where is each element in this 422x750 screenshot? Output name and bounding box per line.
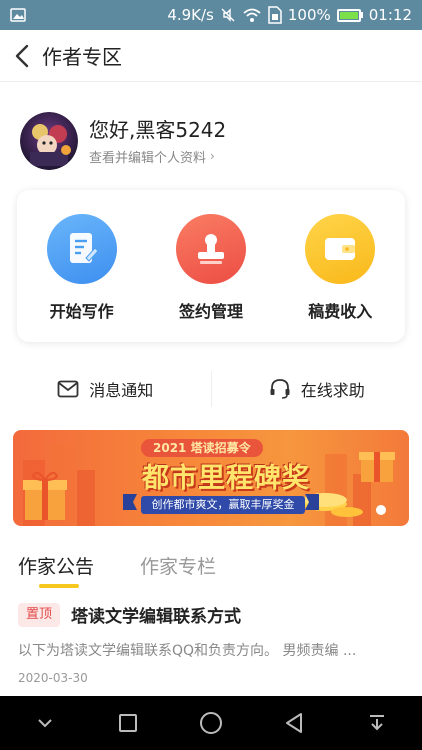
- circle-icon: [199, 712, 222, 734]
- tab-label: 作家公告: [18, 556, 95, 578]
- banner-tag: 2021 塔读招募令: [141, 439, 263, 457]
- stamp-icon: [175, 214, 246, 284]
- mute-icon: [220, 7, 236, 23]
- notice-title: 塔读文学编辑联系方式: [71, 607, 242, 627]
- page-title: 作者专区: [42, 45, 122, 69]
- banner-subtitle: 创作都市爽文，赢取丰厚奖金: [141, 496, 305, 514]
- start-writing-label: 开始写作: [49, 302, 114, 321]
- wallet-icon: [305, 214, 376, 284]
- banner-headline: 都市里程碑奖: [142, 463, 310, 494]
- status-bar: 4.9K/s 100% 01:12: [0, 0, 422, 30]
- back-nav-button[interactable]: [269, 698, 319, 748]
- start-writing-button[interactable]: 开始写作: [27, 214, 137, 322]
- royalty-income-button[interactable]: 稿费收入: [285, 214, 395, 322]
- chevron-right-icon: ›: [210, 149, 215, 163]
- back-button[interactable]: [2, 30, 42, 82]
- tab-author-column[interactable]: 作家专栏: [140, 552, 216, 579]
- battery-percent: 100%: [287, 6, 331, 24]
- online-help-button[interactable]: 在线求助: [212, 377, 422, 401]
- greeting-text: 您好,黑客5242: [89, 117, 227, 142]
- tab-author-announcements[interactable]: 作家公告: [18, 552, 95, 588]
- page-header: 作者专区: [0, 30, 422, 82]
- notice-item[interactable]: 置顶 塔读文学编辑联系方式: [18, 602, 241, 627]
- notification-pull-button[interactable]: [352, 698, 402, 748]
- help-row: 消息通知 在线求助: [0, 368, 422, 410]
- edit-profile-link[interactable]: 查看并编辑个人资料 ›: [89, 147, 226, 166]
- online-help-label: 在线求助: [300, 381, 365, 400]
- avatar[interactable]: [20, 112, 78, 170]
- tab-bar: 作家公告 作家专栏: [18, 552, 262, 588]
- recents-button[interactable]: [103, 698, 153, 748]
- back-arrow-icon: [15, 44, 29, 67]
- messages-button[interactable]: 消息通知: [0, 377, 211, 401]
- square-icon: [119, 714, 138, 732]
- battery-icon: [336, 8, 363, 22]
- active-tab-indicator: [39, 584, 79, 588]
- contract-management-label: 签约管理: [178, 302, 243, 321]
- sim-icon: [268, 6, 282, 24]
- gift-box-right-icon: [359, 452, 395, 482]
- wifi-icon: [242, 7, 262, 23]
- system-nav-bar: [0, 696, 422, 750]
- notice-summary: 以下为塔读文学编辑联系QQ和负责方向。 男频责编 ...: [18, 643, 357, 659]
- triangle-back-icon: [285, 713, 302, 733]
- pull-down-icon: [369, 715, 384, 731]
- hide-nav-button[interactable]: [20, 698, 70, 748]
- gallery-icon: [10, 8, 26, 22]
- tab-label: 作家专栏: [140, 556, 217, 578]
- royalty-income-label: 稿费收入: [308, 302, 373, 321]
- headset-icon: [270, 379, 290, 399]
- promo-banner[interactable]: 2021 塔读招募令 都市里程碑奖 创作都市爽文，赢取丰厚奖金: [13, 430, 409, 526]
- chevron-down-icon: [38, 719, 53, 728]
- notice-date: 2020-03-30: [18, 671, 88, 685]
- write-icon: [46, 214, 117, 284]
- clock: 01:12: [368, 6, 412, 24]
- profile-section[interactable]: 您好,黑客5242 查看并编辑个人资料 ›: [20, 112, 226, 170]
- mail-icon: [57, 380, 79, 398]
- carousel-indicator: [376, 505, 386, 515]
- contract-management-button[interactable]: 签约管理: [156, 214, 266, 322]
- network-speed: 4.9K/s: [167, 6, 214, 24]
- home-button[interactable]: [186, 698, 236, 748]
- pinned-badge: 置顶: [18, 602, 61, 627]
- edit-profile-label: 查看并编辑个人资料: [89, 150, 207, 166]
- action-card: 开始写作 签约管理 稿费收入: [17, 190, 405, 342]
- messages-label: 消息通知: [89, 381, 154, 400]
